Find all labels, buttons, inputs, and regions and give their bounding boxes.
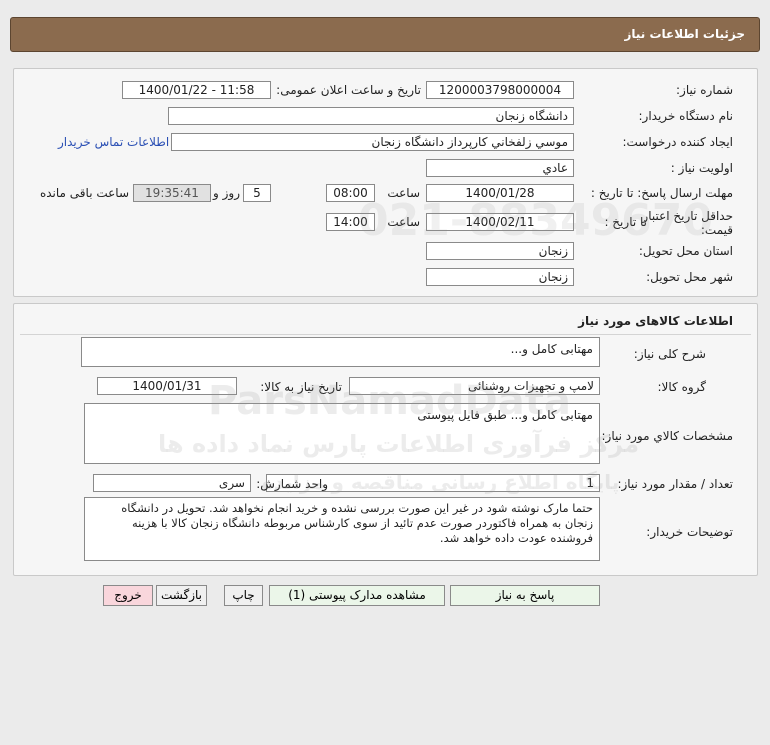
need-date-label: تاریخ نیاز به کالا: bbox=[260, 380, 342, 394]
buyer-contact-link[interactable]: اطلاعات تماس خریدار bbox=[58, 135, 169, 149]
need-number-label: شماره نیاز: bbox=[676, 83, 733, 97]
need-date-field: 1400/01/31 bbox=[97, 377, 237, 395]
section-divider bbox=[20, 334, 751, 335]
buyer-notes-field: حتما مارک نوشته شود در غیر این صورت بررس… bbox=[84, 497, 600, 561]
deadline-date-field: 1400/01/28 bbox=[426, 184, 574, 202]
requester-field: موسي زلفخاني كارپرداز دانشگاه زنجان bbox=[171, 133, 574, 151]
announce-datetime-field: 1400/01/22 - 11:58 bbox=[122, 81, 271, 99]
need-number-field: 1200003798000004 bbox=[426, 81, 574, 99]
summary-field: مهتابی کامل و... bbox=[81, 337, 600, 367]
buyer-org-field: دانشگاه زنجان bbox=[168, 107, 574, 125]
city-field: زنجان bbox=[426, 268, 574, 286]
page-title: جزئیات اطلاعات نیاز bbox=[624, 27, 745, 41]
city-label: شهر محل تحویل: bbox=[646, 270, 733, 284]
deadline-label: مهلت ارسال پاسخ: تا تاریخ : bbox=[590, 186, 733, 200]
unit-field: سری bbox=[93, 474, 251, 492]
validity-time-field: 14:00 bbox=[326, 213, 375, 231]
specs-label: مشخصات كالاي مورد نياز: bbox=[601, 429, 733, 443]
remaining-time-field: 19:35:41 bbox=[133, 184, 211, 202]
summary-label: شرح کلی نیاز: bbox=[633, 347, 706, 361]
province-label: استان محل تحویل: bbox=[638, 244, 733, 258]
view-attachments-button[interactable]: مشاهده مدارک پیوستی (1) bbox=[269, 585, 445, 606]
buyer-notes-label: توضیحات خریدار: bbox=[646, 525, 733, 539]
priority-label: اولویت نیاز : bbox=[670, 161, 733, 175]
days-label: روز و bbox=[213, 186, 240, 200]
validity-time-label: ساعت bbox=[387, 215, 420, 229]
print-button[interactable]: چاپ bbox=[224, 585, 263, 606]
need-info-panel bbox=[13, 68, 758, 297]
goods-group-label: گروه کالا: bbox=[657, 380, 707, 394]
deadline-time-label: ساعت bbox=[387, 186, 420, 200]
page-header: جزئیات اطلاعات نیاز bbox=[10, 17, 760, 52]
specs-field: مهتابی کامل و... طبق فایل پیوستی bbox=[84, 403, 600, 464]
validity-date-field: 1400/02/11 bbox=[426, 213, 574, 231]
goods-section-title: اطلاعات کالاهای مورد نیاز bbox=[578, 314, 733, 328]
announce-datetime-label: تاریخ و ساعت اعلان عمومی: bbox=[276, 83, 421, 97]
province-field: زنجان bbox=[426, 242, 574, 260]
quantity-label: تعداد / مقدار مورد نیاز: bbox=[617, 477, 733, 491]
reply-button[interactable]: پاسخ به نیاز bbox=[450, 585, 600, 606]
buyer-org-label: نام دستگاه خریدار: bbox=[638, 109, 734, 123]
back-button[interactable]: بازگشت bbox=[156, 585, 207, 606]
validity-to-date-label: تا تاریخ : bbox=[604, 215, 647, 229]
goods-group-field: لامپ و تجهیزات روشنائی bbox=[349, 377, 600, 395]
priority-field: عادي bbox=[426, 159, 574, 177]
exit-button[interactable]: خروج bbox=[103, 585, 153, 606]
unit-label: واحد شمارش: bbox=[256, 477, 328, 491]
deadline-time-field: 08:00 bbox=[326, 184, 375, 202]
remaining-time-label: ساعت باقی مانده bbox=[39, 186, 129, 200]
requester-label: ایجاد کننده درخواست: bbox=[622, 135, 733, 149]
days-remaining-field: 5 bbox=[243, 184, 271, 202]
